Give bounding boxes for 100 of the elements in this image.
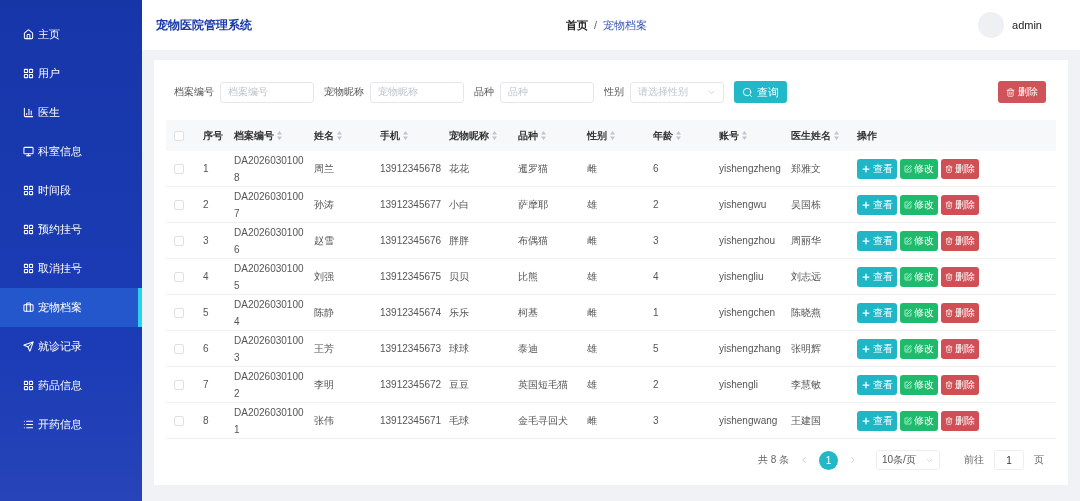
column-header[interactable]: 年龄 bbox=[653, 128, 673, 143]
user-name[interactable]: admin bbox=[1012, 19, 1042, 31]
edit-button[interactable]: 修改 bbox=[900, 266, 938, 287]
previous-page-icon[interactable] bbox=[799, 455, 809, 465]
sidebar-item[interactable]: 医生 bbox=[0, 93, 142, 132]
sidebar-item[interactable]: 就诊记录 bbox=[0, 327, 142, 366]
sort-icon[interactable] bbox=[834, 131, 839, 140]
sort-icon[interactable] bbox=[676, 131, 681, 140]
plus-icon bbox=[861, 379, 871, 390]
table-cell-text: 雄 bbox=[586, 197, 598, 212]
view-button[interactable]: 查看 bbox=[857, 410, 897, 431]
table-cell-text: 郑雅文 bbox=[790, 161, 822, 176]
table-cell-text: 5 bbox=[652, 343, 660, 354]
checkbox[interactable] bbox=[174, 271, 184, 282]
sidebar-item[interactable]: 开药信息 bbox=[0, 405, 142, 444]
checkbox[interactable] bbox=[174, 235, 184, 246]
table-cell-text: 吴国栋 bbox=[790, 197, 822, 212]
edit-button[interactable]: 修改 bbox=[900, 374, 938, 395]
checkbox[interactable] bbox=[174, 415, 184, 426]
trash-icon bbox=[945, 236, 953, 245]
sidebar-item[interactable]: 用户 bbox=[0, 54, 142, 93]
sidebar-item[interactable]: 药品信息 bbox=[0, 366, 142, 405]
column-header[interactable]: 品种 bbox=[518, 128, 538, 143]
edit-button[interactable]: 修改 bbox=[900, 158, 938, 179]
table-cell-text: 2 bbox=[652, 379, 660, 390]
table-cell-text: 周兰 bbox=[313, 161, 335, 176]
table-cell-text: 小白 bbox=[448, 197, 470, 212]
sort-icon[interactable] bbox=[492, 131, 497, 140]
breadcrumb-item[interactable]: 首页 bbox=[566, 17, 588, 33]
table-cell-text: DA20260301006 bbox=[233, 225, 305, 257]
table-cell-text: 8 bbox=[202, 415, 210, 426]
checkbox[interactable] bbox=[174, 343, 184, 354]
column-header[interactable]: 性别 bbox=[587, 128, 607, 143]
column-header[interactable]: 医生姓名 bbox=[791, 128, 831, 143]
view-button[interactable]: 查看 bbox=[857, 302, 897, 323]
view-button[interactable]: 查看 bbox=[857, 338, 897, 359]
view-button[interactable]: 查看 bbox=[857, 230, 897, 251]
edit-button[interactable]: 修改 bbox=[900, 410, 938, 431]
search-button[interactable]: 查询 bbox=[734, 81, 787, 103]
next-page-icon[interactable] bbox=[848, 455, 858, 465]
sort-icon[interactable] bbox=[337, 131, 342, 140]
table-cell-text: 毛球 bbox=[448, 413, 470, 428]
table-cell-text: 雄 bbox=[586, 341, 598, 356]
delete-button[interactable]: 删除 bbox=[941, 230, 979, 251]
table-cell-text: 4 bbox=[652, 271, 660, 282]
sidebar-item[interactable]: 时间段 bbox=[0, 171, 142, 210]
sidebar-item[interactable]: 宠物档案 bbox=[0, 288, 142, 327]
edit-icon bbox=[904, 380, 912, 389]
column-header[interactable]: 宠物昵称 bbox=[449, 128, 489, 143]
edit-button[interactable]: 修改 bbox=[900, 194, 938, 215]
table-cell-text: yishengwang bbox=[718, 415, 779, 426]
checkbox[interactable] bbox=[174, 379, 184, 390]
delete-button[interactable]: 删除 bbox=[941, 302, 979, 323]
page-input[interactable]: 1 bbox=[994, 450, 1024, 470]
column-header[interactable]: 账号 bbox=[719, 128, 739, 143]
column-header[interactable]: 档案编号 bbox=[234, 128, 274, 143]
sort-icon[interactable] bbox=[742, 131, 747, 140]
view-button[interactable]: 查看 bbox=[857, 194, 897, 215]
trash-icon bbox=[945, 200, 953, 209]
delete-button[interactable]: 删除 bbox=[941, 374, 979, 395]
delete-button[interactable]: 删除 bbox=[941, 410, 979, 431]
sort-icon[interactable] bbox=[277, 131, 282, 140]
table-cell-text: DA20260301008 bbox=[233, 153, 305, 185]
column-header[interactable]: 姓名 bbox=[314, 128, 334, 143]
sidebar-item[interactable]: 主页 bbox=[0, 15, 142, 54]
table-cell-text: 刘强 bbox=[313, 269, 335, 284]
filter-label: 档案编号 bbox=[174, 85, 214, 99]
delete-button[interactable]: 删除 bbox=[941, 266, 979, 287]
sidebar-item[interactable]: 取消挂号 bbox=[0, 249, 142, 288]
delete-button[interactable]: 删除 bbox=[941, 194, 979, 215]
column-header[interactable]: 手机 bbox=[380, 128, 400, 143]
edit-icon bbox=[904, 164, 912, 173]
page-number[interactable]: 1 bbox=[819, 450, 838, 470]
table-cell-text: 1 bbox=[202, 163, 210, 174]
sort-icon[interactable] bbox=[610, 131, 615, 140]
plus-icon bbox=[861, 235, 871, 246]
table-cell-text: 王建国 bbox=[790, 413, 822, 428]
edit-button[interactable]: 修改 bbox=[900, 230, 938, 251]
table-cell-text: 陈静 bbox=[313, 305, 335, 320]
checkbox[interactable] bbox=[174, 130, 184, 141]
total-count: 共 8 条 bbox=[757, 453, 789, 467]
delete-button[interactable]: 删除 bbox=[941, 158, 979, 179]
view-button[interactable]: 查看 bbox=[857, 374, 897, 395]
page-size-select[interactable]: 10条/页 bbox=[876, 450, 940, 470]
delete-button[interactable]: 删除 bbox=[998, 81, 1046, 103]
sidebar-item[interactable]: 科室信息 bbox=[0, 132, 142, 171]
view-button[interactable]: 查看 bbox=[857, 158, 897, 179]
checkbox[interactable] bbox=[174, 163, 184, 174]
table-cell-text: yishengliu bbox=[718, 271, 765, 282]
table-cell-text: 5 bbox=[202, 307, 210, 318]
view-button[interactable]: 查看 bbox=[857, 266, 897, 287]
delete-button[interactable]: 删除 bbox=[941, 338, 979, 359]
checkbox[interactable] bbox=[174, 307, 184, 318]
sort-icon[interactable] bbox=[541, 131, 546, 140]
edit-button[interactable]: 修改 bbox=[900, 302, 938, 323]
sort-icon[interactable] bbox=[403, 131, 408, 140]
checkbox[interactable] bbox=[174, 199, 184, 210]
sidebar-item[interactable]: 预约挂号 bbox=[0, 210, 142, 249]
edit-button[interactable]: 修改 bbox=[900, 338, 938, 359]
edit-icon bbox=[904, 236, 912, 245]
